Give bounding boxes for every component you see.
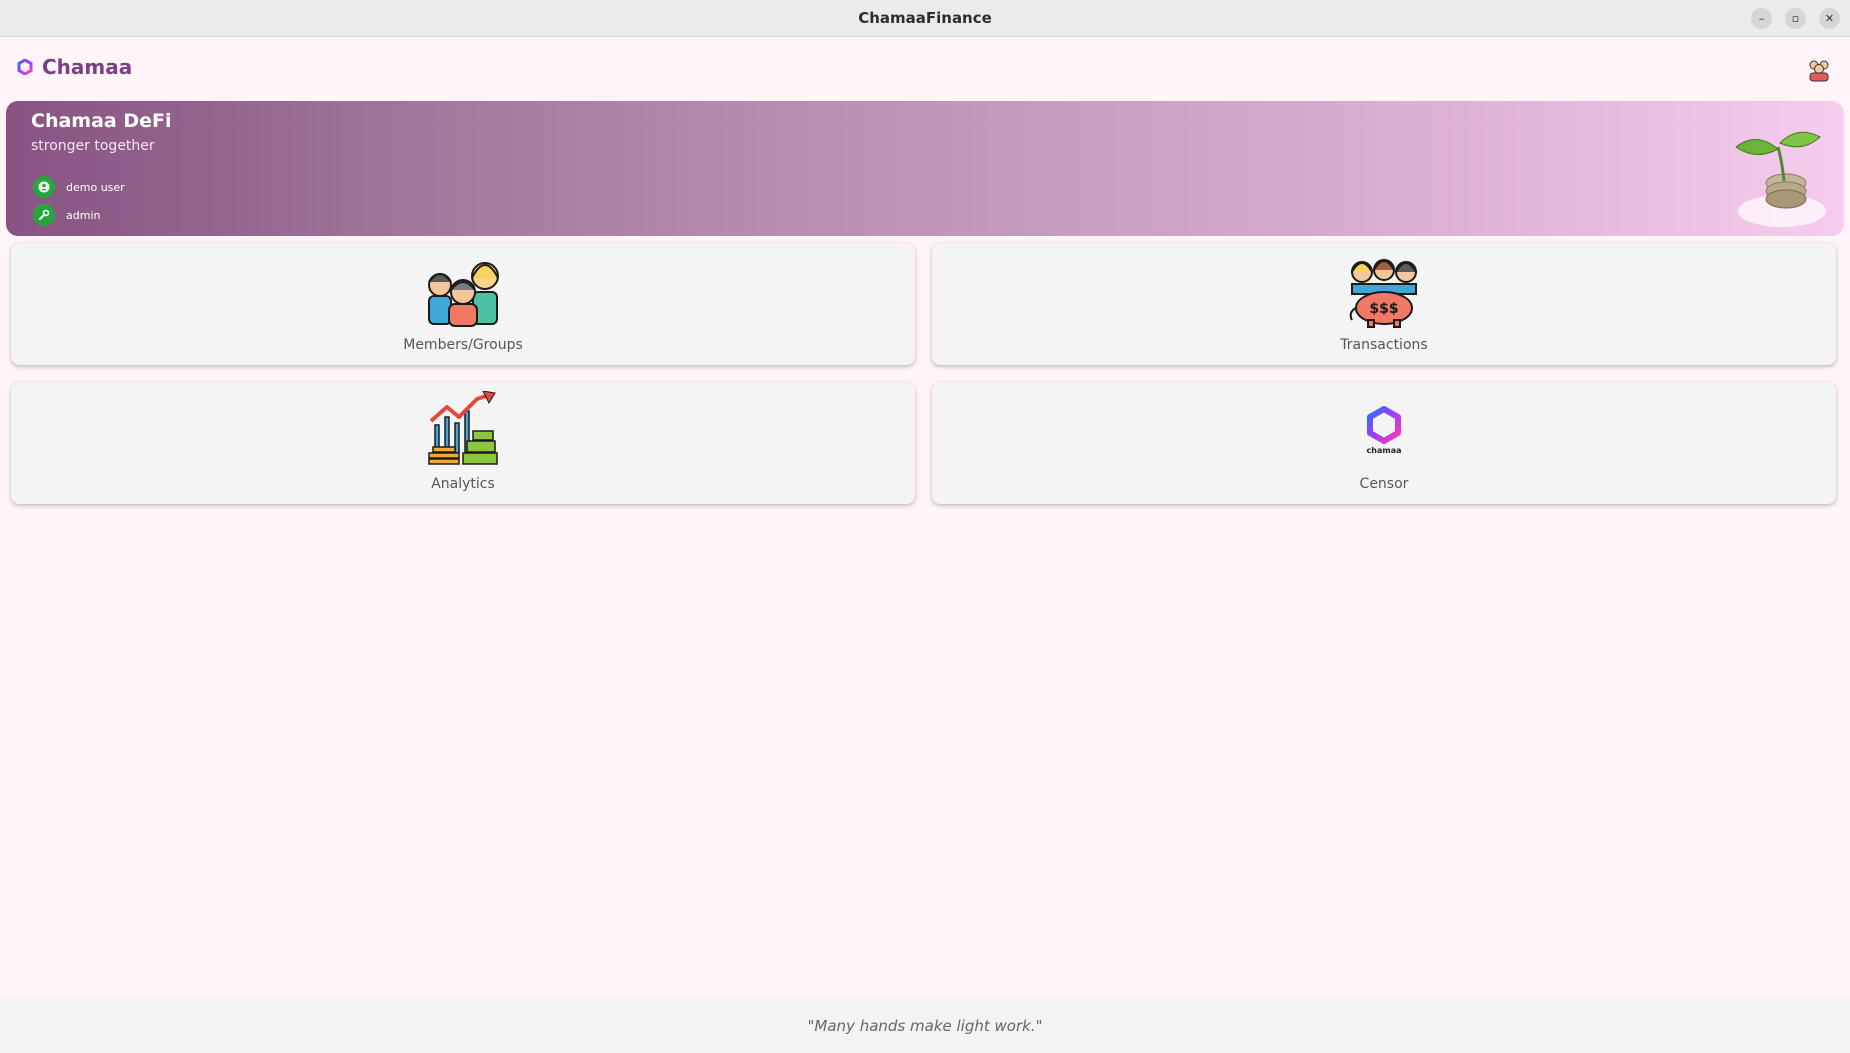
hero-title: Chamaa DeFi xyxy=(31,110,172,132)
hero-banner: Chamaa DeFi stronger together demo user … xyxy=(6,101,1844,236)
transactions-card[interactable]: $$$ Transactions xyxy=(932,243,1836,365)
chamaa-logo-icon: chamaa xyxy=(1367,406,1402,455)
members-groups-label: Members/Groups xyxy=(403,337,523,353)
brand[interactable]: Chamaa xyxy=(17,55,132,79)
censor-label: Censor xyxy=(1359,476,1409,492)
brand-name: Chamaa xyxy=(42,55,133,79)
analytics-card[interactable]: Analytics xyxy=(11,382,915,504)
role-row: admin xyxy=(33,204,100,226)
members-groups-card[interactable]: Members/Groups xyxy=(11,243,915,365)
close-button[interactable]: ✕ xyxy=(1819,8,1840,29)
account-circle-icon xyxy=(33,176,55,198)
transactions-label: Transactions xyxy=(1340,337,1428,353)
censor-card[interactable]: chamaa Censor xyxy=(932,382,1836,504)
window-title: ChamaaFinance xyxy=(858,9,992,27)
user-label: demo user xyxy=(66,180,125,194)
app-bar: Chamaa xyxy=(0,37,1850,101)
window-titlebar: ChamaaFinance – ▫ ✕ xyxy=(0,0,1850,37)
svg-text:$$$: $$$ xyxy=(1369,301,1398,317)
piggy-bank-group-icon: $$$ xyxy=(1349,259,1417,328)
user-row: demo user xyxy=(33,176,125,198)
profile-avatar-icon[interactable] xyxy=(1806,57,1832,83)
analytics-label: Analytics xyxy=(431,476,495,492)
minimize-button[interactable]: – xyxy=(1751,8,1772,29)
wrench-icon xyxy=(33,204,55,226)
chamaa-logo-icon xyxy=(17,59,33,75)
footer: "Many hands make light work." xyxy=(0,998,1850,1053)
footer-quote: "Many hands make light work." xyxy=(807,1016,1043,1035)
role-label: admin xyxy=(66,208,101,222)
group-people-icon xyxy=(428,262,499,327)
svg-text:chamaa: chamaa xyxy=(1367,446,1402,455)
plant-coins-illustration xyxy=(1735,131,1826,227)
window-controls: – ▫ ✕ xyxy=(1751,8,1840,29)
growth-chart-icon xyxy=(428,391,498,465)
hero-subtitle: stronger together xyxy=(31,138,155,154)
maximize-button[interactable]: ▫ xyxy=(1785,8,1806,29)
